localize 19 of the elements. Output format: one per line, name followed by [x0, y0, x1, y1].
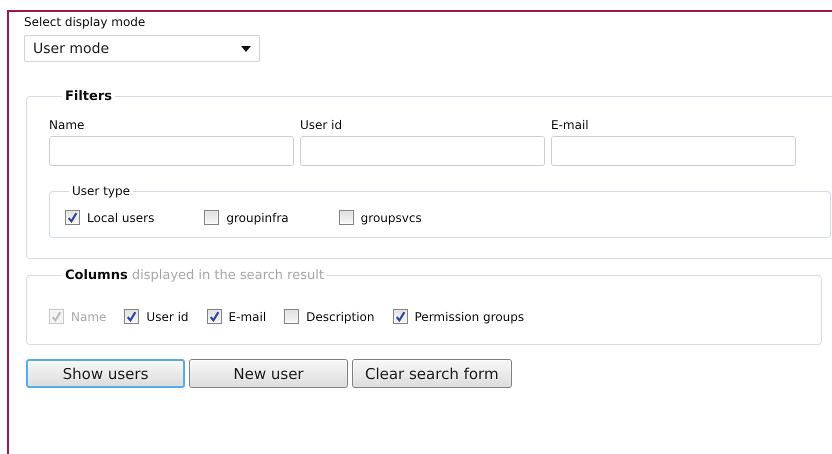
display-mode-select[interactable]: User mode: [24, 35, 260, 62]
checkbox-label: Name: [71, 310, 106, 324]
field-label: User id: [300, 118, 344, 132]
panel-legend: Filters: [62, 89, 115, 104]
checkbox-label: Local users: [87, 210, 154, 224]
action-button[interactable]: Show users: [26, 359, 185, 388]
panel-legend: Columns displayed in the search result: [62, 268, 327, 283]
field-label: Select display mode: [24, 15, 146, 29]
checkbox-label: groupinfra: [226, 210, 289, 224]
checkbox-label: Permission groups: [414, 310, 524, 324]
action-button[interactable]: Clear search form: [352, 359, 512, 388]
checkbox-label: groupsvcs: [360, 210, 422, 224]
checkbox-label: User id: [146, 310, 189, 324]
action-button[interactable]: New user: [189, 359, 348, 388]
checkbox-label: Description: [306, 310, 374, 324]
field-label: E-mail: [551, 118, 590, 132]
field-label: Name: [49, 118, 86, 132]
checkbox-label: E-mail: [228, 310, 266, 324]
panel-legend: User type: [69, 184, 133, 198]
